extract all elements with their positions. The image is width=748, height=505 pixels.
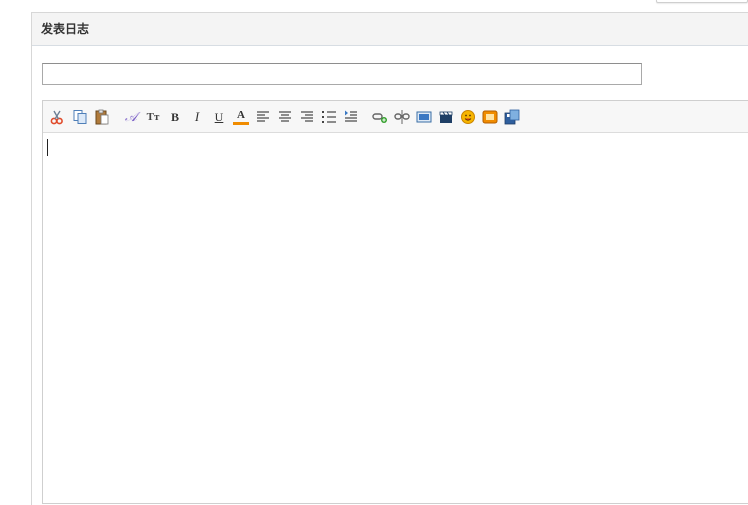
save-draft-icon[interactable] [504, 109, 520, 125]
insert-link-icon[interactable] [372, 109, 388, 125]
breadcrumb [34, 0, 164, 2]
bold-icon[interactable]: B [167, 109, 183, 125]
font-family-icon[interactable]: 𝒜 [123, 109, 139, 125]
underline-icon[interactable]: U [211, 109, 227, 125]
align-center-icon[interactable] [277, 109, 293, 125]
insert-image-icon[interactable] [416, 109, 432, 125]
font-size-icon[interactable]: Tт [145, 109, 161, 125]
editor-content-area[interactable] [43, 133, 748, 503]
panel-header: 发表日志 [32, 13, 748, 46]
insert-video-icon[interactable] [438, 109, 454, 125]
cut-icon[interactable] [49, 109, 65, 125]
panel-title: 发表日志 [41, 22, 90, 36]
ordered-list-icon[interactable] [321, 109, 337, 125]
insert-flash-icon[interactable] [482, 109, 498, 125]
blog-post-panel: 发表日志 𝒜 Tт B I U A [31, 12, 748, 505]
post-title-input[interactable] [42, 63, 642, 85]
rich-text-editor: 𝒜 Tт B I U A [42, 100, 748, 504]
top-tab[interactable] [656, 0, 748, 3]
indent-icon[interactable] [343, 109, 359, 125]
copy-icon[interactable] [72, 109, 88, 125]
emoticon-icon[interactable] [460, 109, 476, 125]
paste-icon[interactable] [94, 109, 110, 125]
align-left-icon[interactable] [255, 109, 271, 125]
align-right-icon[interactable] [299, 109, 315, 125]
font-color-icon[interactable]: A [233, 109, 249, 125]
unlink-icon[interactable] [394, 109, 410, 125]
text-caret [47, 139, 48, 156]
editor-toolbar: 𝒜 Tт B I U A [43, 101, 748, 133]
italic-icon[interactable]: I [189, 109, 205, 125]
